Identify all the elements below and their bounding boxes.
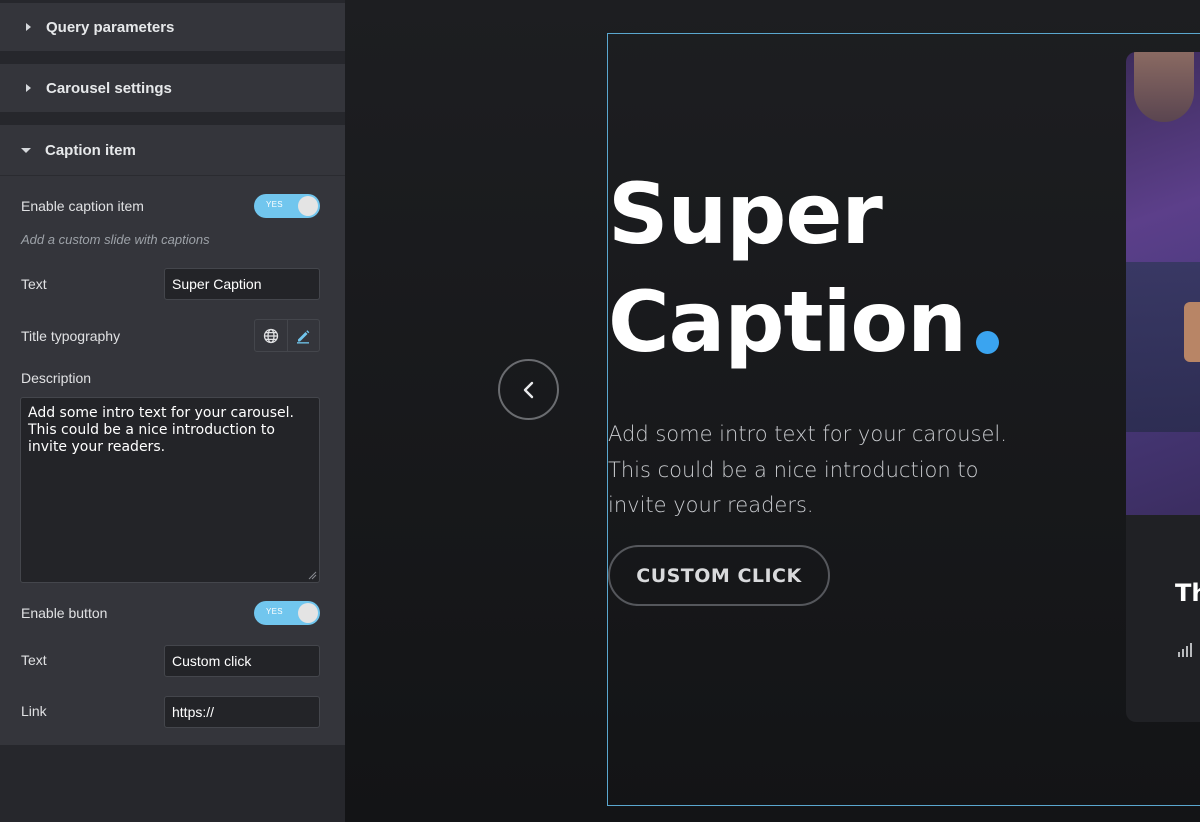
- caret-right-icon: [26, 84, 31, 92]
- caption-text-input[interactable]: [164, 268, 320, 300]
- toggle-knob: [298, 196, 318, 216]
- toggle-yes-label: YES: [266, 200, 283, 209]
- section-caption-item[interactable]: Caption item: [0, 125, 345, 175]
- caret-down-icon: [21, 147, 31, 153]
- toggle-knob: [298, 603, 318, 623]
- section-query-parameters[interactable]: Query parameters: [0, 3, 345, 51]
- section-title: Query parameters: [46, 18, 175, 36]
- caption-hint: Add a custom slide with captions: [21, 232, 210, 247]
- caption-headline: Super Caption: [608, 160, 967, 376]
- description-textarea[interactable]: Add some intro text for your carousel. T…: [20, 397, 320, 583]
- enable-caption-toggle[interactable]: YES: [254, 194, 320, 218]
- headline-line-2: Caption: [608, 273, 967, 371]
- caret-right-icon: [26, 23, 31, 31]
- section-carousel-settings[interactable]: Carousel settings: [0, 64, 345, 112]
- headline-line-1: Super: [608, 165, 883, 263]
- toggle-yes-label: YES: [266, 607, 283, 616]
- accent-dot: [976, 331, 999, 354]
- link-label: Link: [21, 703, 47, 719]
- edit-typography-button[interactable]: [286, 320, 319, 351]
- chevron-left-icon: [523, 381, 533, 398]
- section-title: Carousel settings: [46, 79, 172, 97]
- carousel-prev-button[interactable]: [498, 359, 559, 420]
- link-input[interactable]: [164, 696, 320, 728]
- title-typography-label: Title typography: [21, 328, 121, 344]
- editor-sidebar: Query parameters Carousel settings Capti…: [0, 0, 345, 822]
- caption-description: Add some intro text for your carousel. T…: [608, 422, 1007, 517]
- global-typography-button[interactable]: [255, 320, 287, 351]
- custom-click-button[interactable]: CUSTOM CLICK: [608, 545, 830, 606]
- enable-caption-label: Enable caption item: [21, 198, 144, 214]
- text-label: Text: [21, 276, 47, 292]
- pencil-icon: [297, 329, 310, 343]
- button-text-label: Text: [21, 652, 47, 668]
- description-label: Description: [21, 370, 92, 386]
- enable-button-label: Enable button: [21, 605, 108, 621]
- resize-handle-icon[interactable]: [308, 571, 317, 580]
- title-typography-controls: [254, 319, 320, 352]
- section-title: Caption item: [45, 141, 136, 159]
- enable-button-toggle[interactable]: YES: [254, 601, 320, 625]
- button-text-input[interactable]: [164, 645, 320, 677]
- globe-icon: [263, 328, 279, 343]
